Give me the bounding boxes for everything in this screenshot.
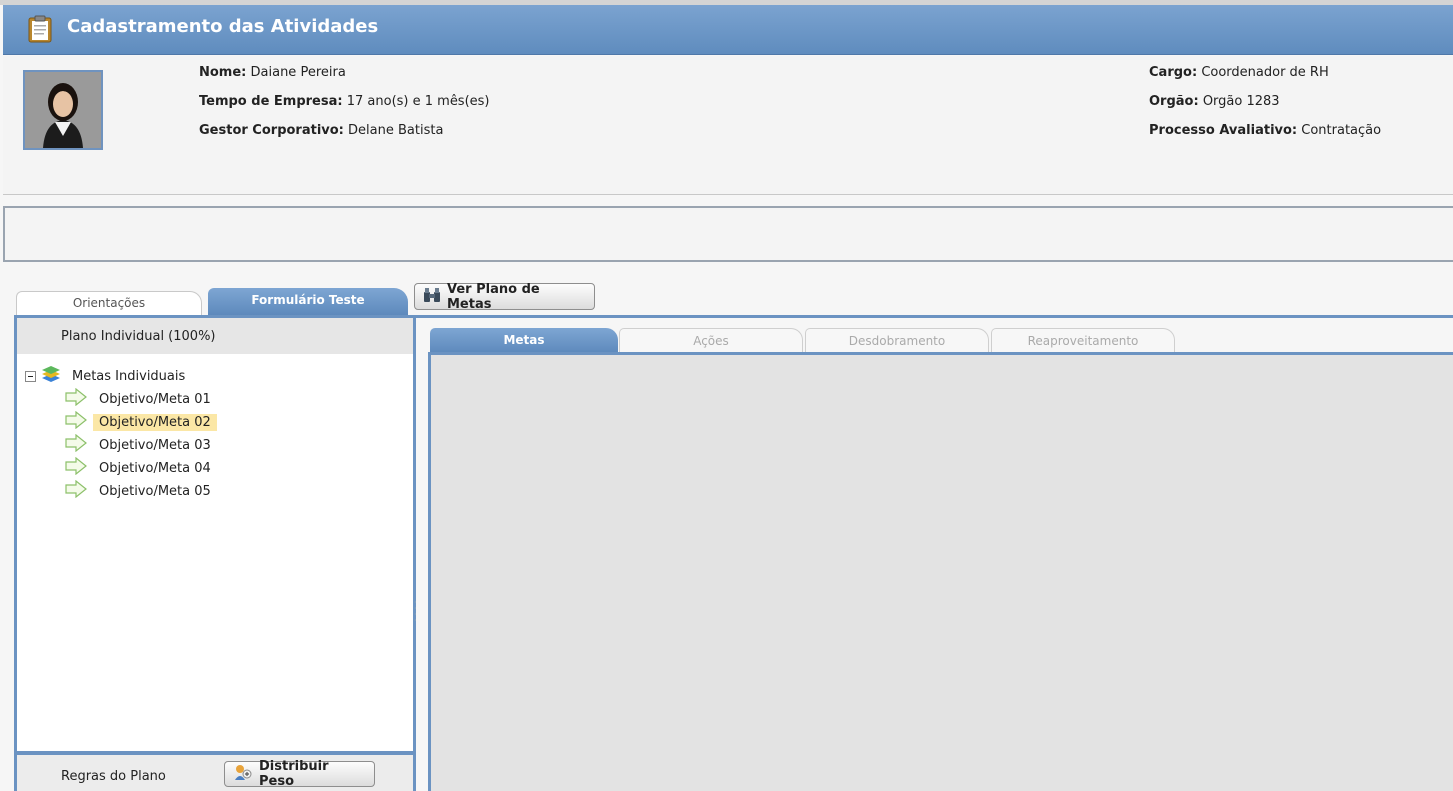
clipboard-icon (28, 15, 52, 43)
arrow-right-icon (65, 410, 87, 433)
panel-splitter-handle[interactable]: · · · · (414, 599, 417, 625)
distribuir-peso-label: Distribuir Peso (259, 759, 329, 789)
employee-process: Processo Avaliativo: Contratação (1149, 123, 1382, 138)
tab-reaproveitamento[interactable]: Reaproveitamento (991, 328, 1175, 353)
arrow-right-icon (65, 387, 87, 410)
arrow-right-icon (65, 433, 87, 456)
collapse-icon[interactable] (25, 370, 36, 382)
employee-manager: Gestor Corporativo: Delane Batista (199, 123, 444, 138)
tree-item-label: Objetivo/Meta 02 (93, 413, 217, 431)
arrow-right-icon (65, 456, 87, 479)
regras-do-plano-label: Regras do Plano (61, 769, 166, 784)
employee-role: Cargo: Coordenador de RH (1149, 65, 1329, 80)
tab-acoes[interactable]: Ações (619, 328, 803, 353)
arrow-right-icon (65, 479, 87, 502)
employee-photo (23, 70, 103, 150)
tab-formulario-teste[interactable]: Formulário Teste (208, 288, 408, 315)
tree-root-metas-individuais[interactable]: Metas Individuais (25, 365, 191, 387)
binoculars-icon (423, 287, 441, 307)
tree-item-meta-01[interactable]: Objetivo/Meta 01 (65, 387, 217, 410)
tree-item-meta-04[interactable]: Objetivo/Meta 04 (65, 456, 217, 479)
ver-plano-de-metas-button[interactable]: Ver Plano de Metas (414, 281, 595, 312)
tab-desdobramento[interactable]: Desdobramento (805, 328, 989, 353)
panel-title: Plano Individual (100%) (61, 329, 216, 344)
page-title: Cadastramento das Atividades (67, 16, 379, 37)
plano-individual-panel: Plano Individual (100%) Metas Individuai… (14, 315, 416, 791)
tree-item-meta-03[interactable]: Objetivo/Meta 03 (65, 433, 217, 456)
layers-icon (40, 365, 62, 387)
distribuir-peso-button[interactable]: Distribuir Peso (224, 759, 375, 789)
content-border (416, 315, 1453, 318)
tree-item-meta-02[interactable]: Objetivo/Meta 02 (65, 410, 217, 433)
tree-item-label: Objetivo/Meta 03 (99, 437, 211, 453)
tab-orientacoes[interactable]: Orientações (16, 291, 202, 315)
weight-distribute-icon (233, 763, 253, 785)
employee-name: Nome: Daiane Pereira (199, 65, 346, 80)
tree-item-label: Objetivo/Meta 04 (99, 460, 211, 476)
employee-tenure: Tempo de Empresa: 17 ano(s) e 1 mês(es) (199, 94, 490, 109)
metas-content-panel (428, 352, 1453, 791)
employee-profile: Nome: Daiane Pereira Tempo de Empresa: 1… (3, 56, 1453, 195)
employee-org: Orgão: Orgão 1283 (1149, 94, 1280, 109)
tree-item-meta-05[interactable]: Objetivo/Meta 05 (65, 479, 217, 502)
panel-header: Plano Individual (100%) (17, 318, 413, 354)
tree-root-label: Metas Individuais (72, 368, 186, 384)
page-header: Cadastramento das Atividades (3, 5, 1453, 55)
ver-plano-de-metas-label: Ver Plano de Metas (447, 281, 540, 312)
message-area (3, 206, 1453, 262)
tree-item-label: Objetivo/Meta 01 (99, 391, 211, 407)
tree-item-label: Objetivo/Meta 05 (99, 483, 211, 499)
tab-metas[interactable]: Metas (430, 328, 618, 353)
